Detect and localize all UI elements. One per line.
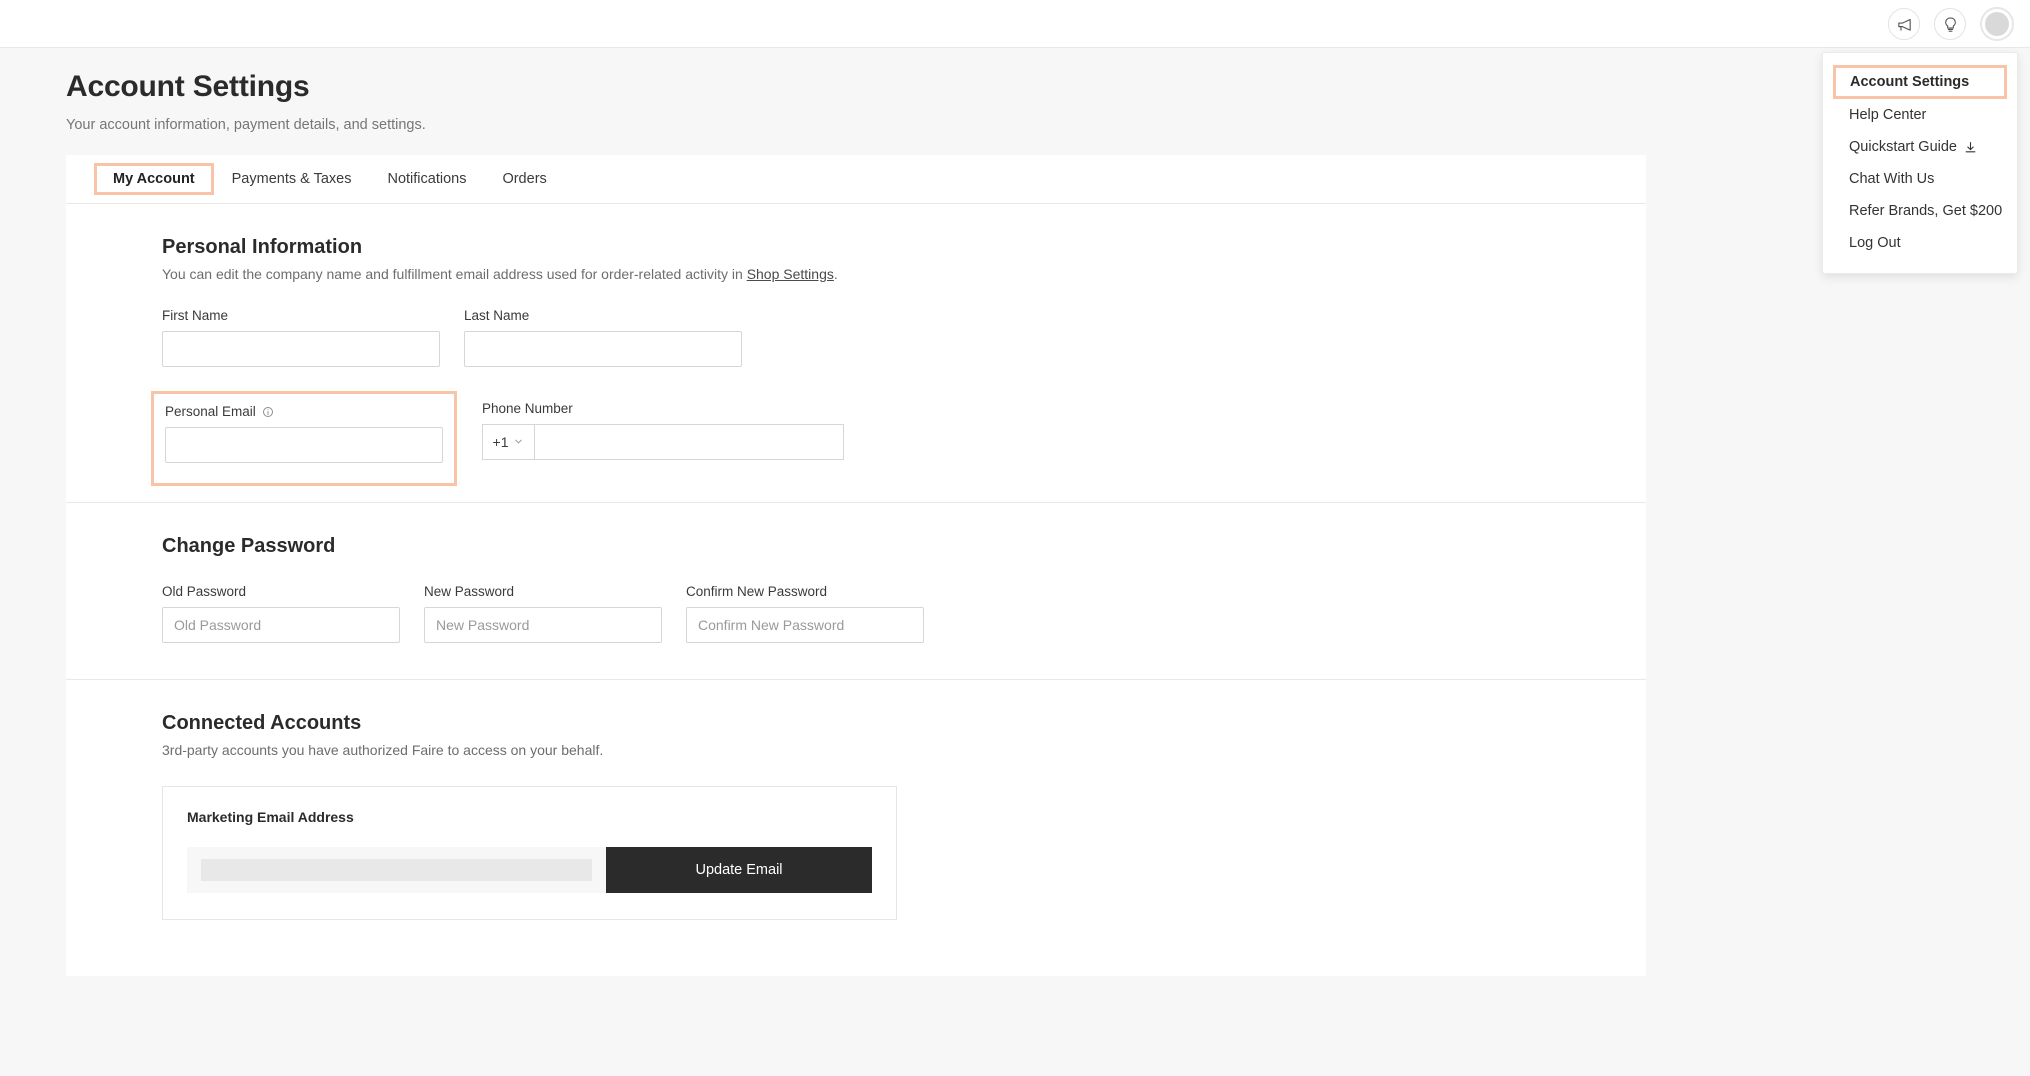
personal-information-section: Personal Information You can edit the co… xyxy=(66,204,1646,503)
confirm-password-label: Confirm New Password xyxy=(686,584,828,599)
tab-bar: My Account Payments & Taxes Notification… xyxy=(66,155,1646,204)
menu-item-quickstart-guide[interactable]: Quickstart Guide xyxy=(1823,131,2017,163)
chevron-down-icon xyxy=(513,434,524,450)
personal-email-input[interactable] xyxy=(165,427,443,463)
top-navigation-bar xyxy=(0,0,2030,48)
first-name-input[interactable] xyxy=(162,331,440,367)
phone-input-wrapper: +1 xyxy=(482,424,844,460)
old-password-label: Old Password xyxy=(162,584,247,599)
name-field-row: First Name Last Name xyxy=(162,308,1646,367)
last-name-input[interactable] xyxy=(464,331,742,367)
password-field-row: Old Password New Password Confirm New Pa… xyxy=(162,584,1646,643)
shop-settings-link[interactable]: Shop Settings xyxy=(747,266,834,282)
section-title: Connected Accounts xyxy=(162,712,362,734)
new-password-field-group: New Password xyxy=(424,584,662,643)
lightbulb-icon-button[interactable] xyxy=(1934,8,1966,40)
first-name-label: First Name xyxy=(162,308,229,323)
phone-number-field-group: Phone Number +1 xyxy=(482,401,844,466)
first-name-field-group: First Name xyxy=(162,308,440,367)
tab-label: Payments & Taxes xyxy=(231,171,352,187)
old-password-field-group: Old Password xyxy=(162,584,400,643)
marketing-email-title: Marketing Email Address xyxy=(187,809,354,825)
topbar-icon-group xyxy=(1888,0,2014,48)
section-title: Personal Information xyxy=(162,236,363,258)
change-password-section: Change Password Old Password New Passwor… xyxy=(66,503,1646,680)
loading-skeleton-bar xyxy=(201,859,592,881)
avatar-placeholder-icon xyxy=(1985,12,2009,36)
last-name-field-group: Last Name xyxy=(464,308,742,367)
menu-item-label: Refer Brands, Get $200 xyxy=(1849,203,2003,219)
confirm-password-input[interactable] xyxy=(686,607,924,643)
new-password-label: New Password xyxy=(424,584,515,599)
tab-label: Orders xyxy=(502,171,547,187)
description-text-after: . xyxy=(833,266,838,282)
menu-item-label: Log Out xyxy=(1849,235,1901,251)
marketing-email-panel: Marketing Email Address Update Email xyxy=(162,786,897,920)
phone-number-label: Phone Number xyxy=(482,401,573,416)
old-password-input[interactable] xyxy=(162,607,400,643)
account-settings-card: My Account Payments & Taxes Notification… xyxy=(66,155,1646,976)
tab-label: My Account xyxy=(113,171,195,187)
marketing-email-row: Update Email xyxy=(163,825,896,919)
marketing-email-value-field[interactable] xyxy=(187,847,606,893)
new-password-input[interactable] xyxy=(424,607,662,643)
download-icon xyxy=(1964,141,1977,154)
update-email-button[interactable]: Update Email xyxy=(606,847,872,893)
lightbulb-icon xyxy=(1942,16,1959,33)
megaphone-icon xyxy=(1896,16,1913,33)
page-subtitle: Your account information, payment detail… xyxy=(66,117,426,133)
tab-orders[interactable]: Orders xyxy=(484,165,564,193)
menu-item-refer-brands[interactable]: Refer Brands, Get $200 xyxy=(1823,195,2017,227)
personal-email-label: Personal Email xyxy=(165,404,256,419)
info-icon[interactable] xyxy=(262,406,274,418)
personal-email-field-group: Personal Email xyxy=(151,391,457,486)
menu-item-chat-with-us[interactable]: Chat With Us xyxy=(1823,163,2017,195)
section-title: Change Password xyxy=(162,535,336,557)
phone-number-input[interactable] xyxy=(534,424,844,460)
section-description: 3rd-party accounts you have authorized F… xyxy=(162,742,604,758)
personal-email-highlight-box: Personal Email xyxy=(151,391,457,486)
menu-item-label: Chat With Us xyxy=(1849,171,1935,187)
tab-my-account[interactable]: My Account xyxy=(94,163,214,195)
section-description: You can edit the company name and fulfil… xyxy=(162,266,1646,282)
tab-notifications[interactable]: Notifications xyxy=(369,165,484,193)
contact-field-row: Personal Email Phone Number +1 xyxy=(151,391,1646,486)
tab-label: Notifications xyxy=(387,171,467,187)
menu-item-label: Account Settings xyxy=(1850,74,1970,90)
confirm-password-field-group: Confirm New Password xyxy=(686,584,924,643)
account-dropdown-menu: Account Settings Help Center Quickstart … xyxy=(1822,52,2018,274)
menu-item-label: Quickstart Guide xyxy=(1849,139,1957,155)
menu-item-log-out[interactable]: Log Out xyxy=(1823,227,2017,259)
menu-item-help-center[interactable]: Help Center xyxy=(1823,99,2017,131)
avatar[interactable] xyxy=(1980,7,2014,41)
description-text-before: You can edit the company name and fulfil… xyxy=(162,266,747,282)
connected-accounts-section: Connected Accounts 3rd-party accounts yo… xyxy=(66,680,1646,976)
personal-email-label-row: Personal Email xyxy=(165,404,443,419)
menu-item-label: Help Center xyxy=(1849,107,1927,123)
country-code-select[interactable]: +1 xyxy=(482,424,534,460)
page-title: Account Settings xyxy=(66,70,310,103)
tab-payments-taxes[interactable]: Payments & Taxes xyxy=(214,165,370,193)
last-name-label: Last Name xyxy=(464,308,530,323)
country-code-value: +1 xyxy=(492,434,509,450)
megaphone-icon-button[interactable] xyxy=(1888,8,1920,40)
menu-item-account-settings[interactable]: Account Settings xyxy=(1833,65,2007,99)
